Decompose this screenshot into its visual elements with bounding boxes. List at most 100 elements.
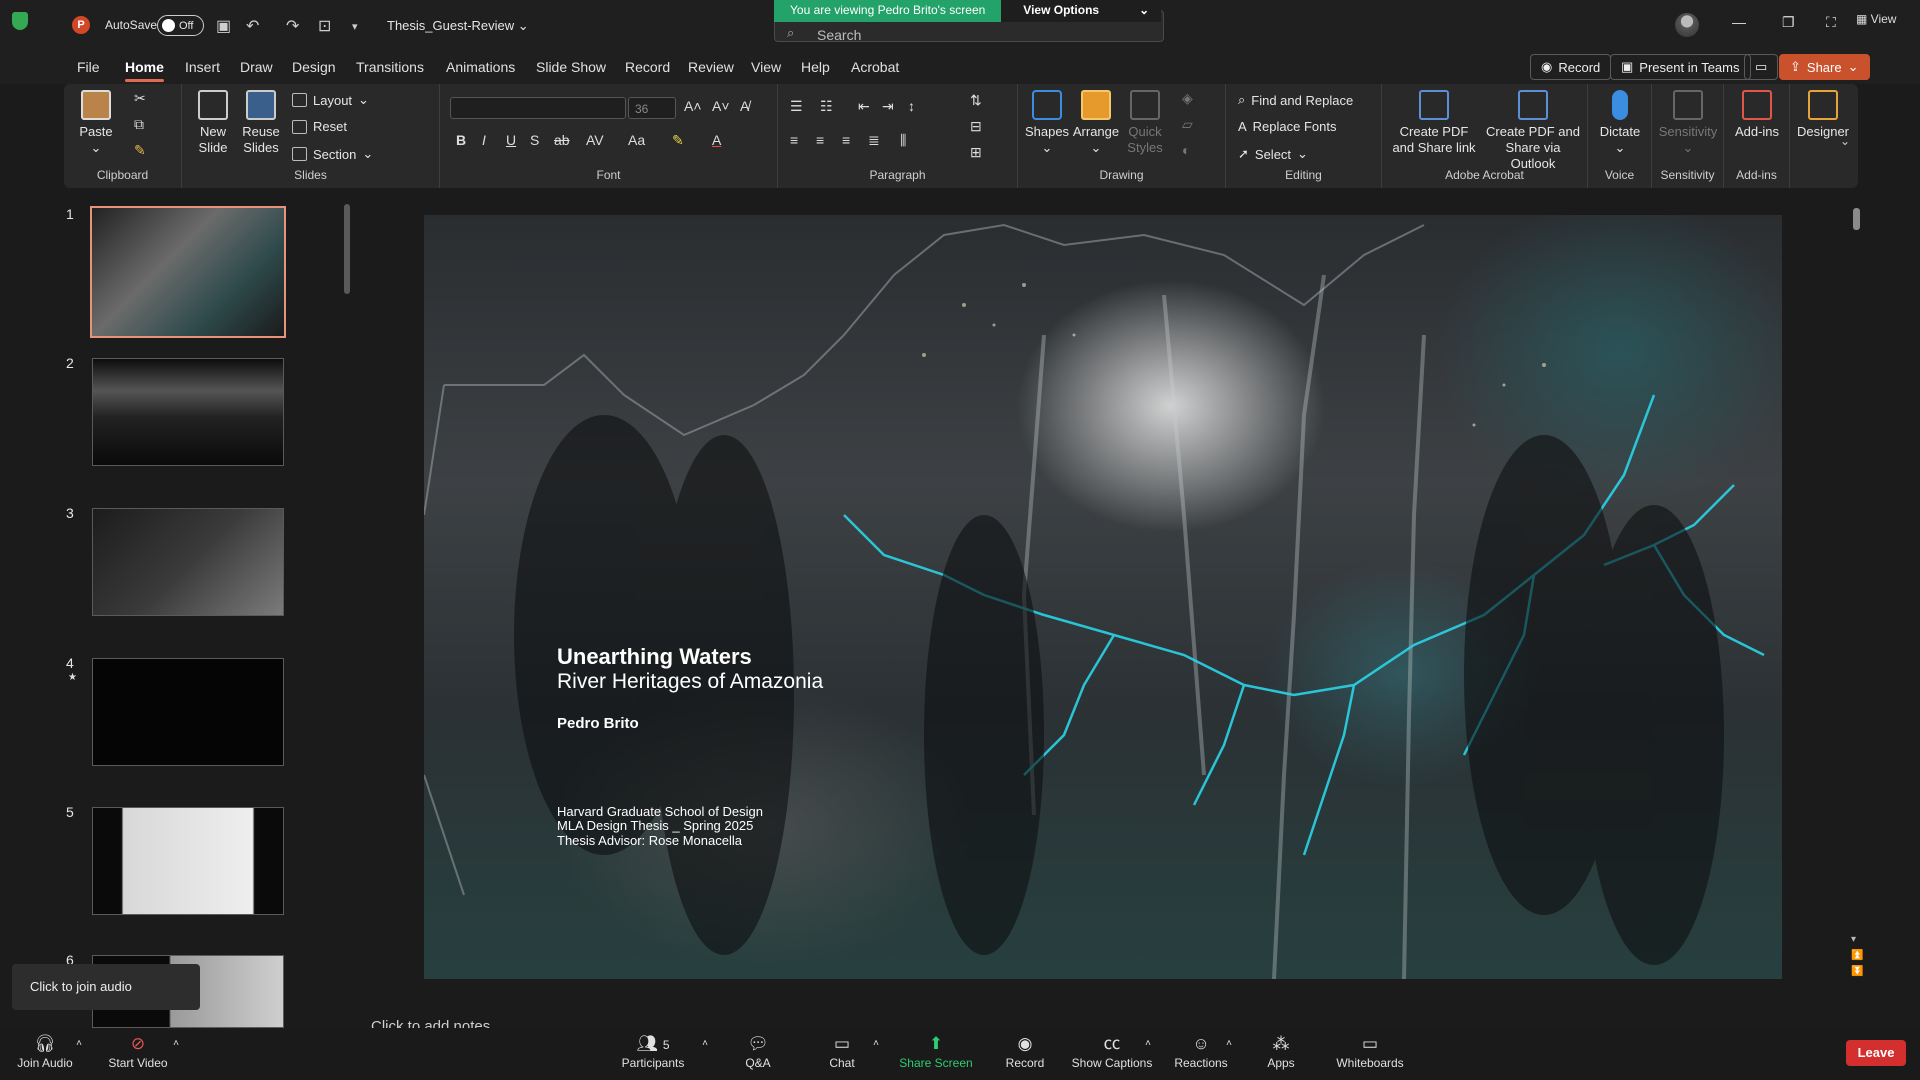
slide-thumbnail-2[interactable]	[92, 358, 284, 466]
slide-subtitle[interactable]: River Heritages of Amazonia	[557, 670, 823, 694]
align-center-icon[interactable]: ≡	[816, 132, 824, 148]
slide-1[interactable]: Unearthing Waters River Heritages of Ama…	[424, 215, 1782, 979]
slide-title[interactable]: Unearthing Waters	[557, 644, 752, 670]
captions-options-button[interactable]: ˄	[1141, 1028, 1155, 1080]
avatar[interactable]	[1675, 13, 1699, 37]
align-left-icon[interactable]: ≡	[790, 132, 798, 148]
decrease-indent-icon[interactable]: ⇤	[858, 98, 870, 115]
slide-thumbnail-1[interactable]	[90, 206, 286, 338]
select-button[interactable]: ➚ Select ⌄	[1238, 146, 1308, 162]
whiteboards-button[interactable]: ▭ Whiteboards	[1334, 1028, 1406, 1080]
copy-icon[interactable]: ⧉	[134, 116, 144, 133]
clear-format-icon[interactable]: A̸	[740, 98, 749, 114]
replace-fonts-button[interactable]: A Replace Fonts	[1238, 119, 1337, 134]
highlight-icon[interactable]: ✎	[672, 132, 684, 149]
reset-button[interactable]: Reset	[292, 119, 347, 134]
reactions-options-button[interactable]: ˄	[1222, 1028, 1236, 1080]
previous-slide-icon[interactable]: ⏫	[1851, 950, 1863, 961]
qa-button[interactable]: 💬︎ Q&A	[737, 1028, 779, 1080]
autosave-toggle[interactable]: Off	[157, 15, 204, 36]
create-pdf-share-link-button[interactable]: Create PDF and Share link	[1390, 90, 1478, 156]
record-button[interactable]: ◉ Record	[1530, 54, 1612, 80]
tab-design[interactable]: Design	[292, 59, 336, 75]
layout-button[interactable]: Layout ⌄	[292, 92, 369, 108]
section-button[interactable]: Section ⌄	[292, 146, 373, 162]
zoom-record-button[interactable]: ◉ Record	[1000, 1028, 1050, 1080]
designer-button[interactable]: Designer	[1794, 90, 1852, 140]
apps-button[interactable]: ⁂ Apps	[1264, 1028, 1298, 1080]
shape-outline-icon[interactable]: ▱	[1182, 116, 1193, 133]
file-name[interactable]: Thesis_Guest-Review ⌄	[387, 18, 529, 34]
reuse-slides-button[interactable]: Reuse Slides	[238, 90, 284, 156]
comments-button[interactable]: ▭	[1744, 54, 1779, 80]
view-options-button[interactable]: View Options ⌄	[1001, 0, 1162, 22]
view-button[interactable]: ▦ View	[1856, 12, 1896, 26]
scroll-down-icon[interactable]: ▾	[1851, 934, 1856, 945]
customize-toolbar-icon[interactable]: ▾	[352, 20, 358, 33]
tab-slide-show[interactable]: Slide Show	[536, 59, 606, 75]
quick-styles-button[interactable]: Quick Styles	[1122, 90, 1168, 156]
minimize-icon[interactable]: —	[1732, 14, 1746, 30]
tab-review[interactable]: Review	[688, 59, 734, 75]
slide-thumbnail-3[interactable]	[92, 508, 284, 616]
decrease-font-icon[interactable]: A˅	[712, 98, 730, 114]
columns-icon[interactable]: ⫼	[900, 132, 906, 149]
chat-options-button[interactable]: ˄	[869, 1028, 883, 1080]
tab-view[interactable]: View	[751, 59, 781, 75]
arrange-button[interactable]: Arrange ⌄	[1072, 90, 1120, 156]
video-options-button[interactable]: ˄	[169, 1028, 183, 1080]
restore-icon[interactable]: ❐	[1782, 14, 1795, 31]
start-video-button[interactable]: ⊘ Start Video	[104, 1028, 172, 1080]
join-audio-button[interactable]: 🎧︎ Join Audio	[14, 1028, 76, 1080]
present-from-start-icon[interactable]: ⊡	[318, 16, 331, 36]
participants-button[interactable]: 👥︎ 5 Participants	[616, 1028, 690, 1080]
ribbon-collapse-icon[interactable]: ⌄	[1840, 134, 1850, 148]
tab-transitions[interactable]: Transitions	[356, 59, 424, 75]
cut-icon[interactable]: ✂	[134, 90, 146, 107]
strikethrough-icon[interactable]: ab	[554, 132, 570, 148]
shape-fill-icon[interactable]: ◈	[1182, 90, 1193, 107]
slide-school[interactable]: Harvard Graduate School of Design	[557, 804, 763, 819]
tab-insert[interactable]: Insert	[185, 59, 220, 75]
tab-acrobat[interactable]: Acrobat	[851, 59, 899, 75]
shapes-button[interactable]: Shapes ⌄	[1024, 90, 1070, 156]
leave-button[interactable]: Leave	[1846, 1040, 1906, 1066]
redo-icon[interactable]: ↷	[286, 16, 299, 36]
shadow-icon[interactable]: S	[530, 132, 539, 148]
smartart-icon[interactable]: ⊞	[970, 144, 982, 161]
slide-program[interactable]: MLA Design Thesis _ Spring 2025	[557, 818, 753, 833]
slide-advisor[interactable]: Thesis Advisor: Rose Monacella	[557, 833, 742, 848]
slide-author[interactable]: Pedro Brito	[557, 715, 639, 732]
shape-effects-icon[interactable]: ◐	[1182, 142, 1190, 158]
tab-home[interactable]: Home	[125, 59, 164, 82]
find-replace-button[interactable]: ⌕ Find and Replace	[1238, 92, 1353, 108]
slide-thumbnail-4[interactable]	[92, 658, 284, 766]
present-in-teams-button[interactable]: ▣ Present in Teams	[1610, 54, 1751, 80]
tab-file[interactable]: File	[77, 59, 100, 75]
save-icon[interactable]: ▣	[216, 16, 231, 36]
slide-scrollbar[interactable]: ▾ ⏫ ⏬	[1850, 192, 1864, 992]
numbering-icon[interactable]: ☷	[820, 98, 833, 115]
align-text-icon[interactable]: ⊟	[970, 118, 982, 135]
chat-button[interactable]: ▭ Chat	[822, 1028, 862, 1080]
increase-indent-icon[interactable]: ⇥	[882, 98, 894, 115]
line-spacing-icon[interactable]: ↕	[908, 98, 915, 114]
zoom-window-icon[interactable]: ⛶	[1826, 14, 1836, 31]
tab-draw[interactable]: Draw	[240, 59, 273, 75]
bullets-icon[interactable]: ☰	[790, 98, 803, 115]
font-color-icon[interactable]: A	[712, 132, 721, 148]
increase-font-icon[interactable]: A˄	[684, 98, 702, 114]
format-painter-icon[interactable]: ✎	[134, 142, 146, 159]
next-slide-icon[interactable]: ⏬	[1851, 966, 1863, 977]
change-case-icon[interactable]: Aa	[628, 132, 645, 148]
font-size-field[interactable]: 36	[628, 97, 676, 119]
thumbnail-scrollbar[interactable]	[342, 192, 350, 1028]
bold-icon[interactable]: B	[456, 132, 466, 148]
undo-icon[interactable]: ↶	[246, 16, 259, 36]
new-slide-button[interactable]: New Slide	[190, 90, 236, 156]
share-button[interactable]: ⇪ Share ⌄	[1779, 54, 1870, 80]
tab-help[interactable]: Help	[801, 59, 830, 75]
scroll-thumb[interactable]	[1853, 208, 1860, 230]
justify-icon[interactable]: ≣	[868, 132, 880, 149]
scroll-thumb[interactable]	[344, 204, 350, 294]
